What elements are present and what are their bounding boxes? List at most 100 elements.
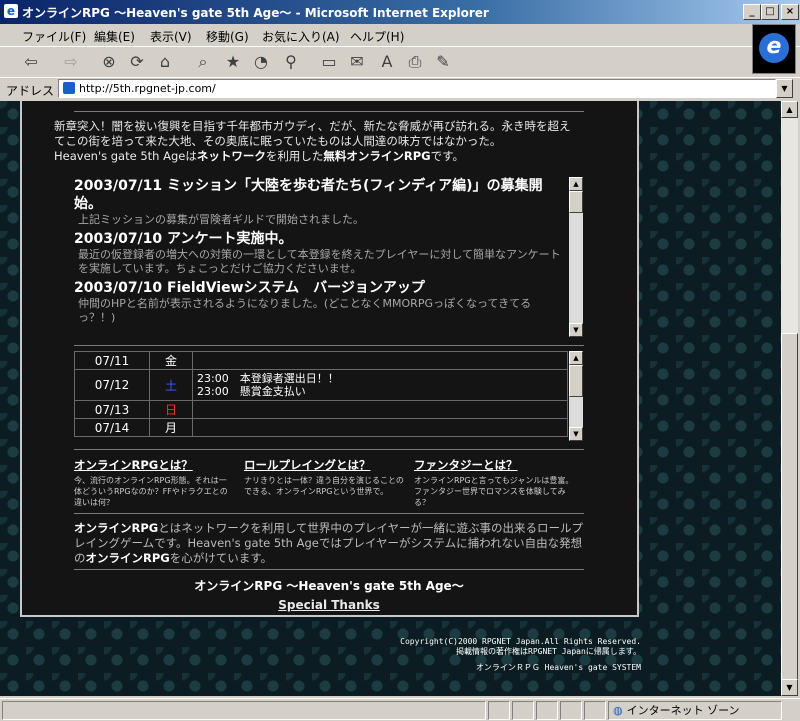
window-title: オンラインRPG ～Heaven's gate 5th Age～ - Micro…	[22, 6, 489, 20]
scroll-thumb[interactable]	[569, 191, 583, 213]
intro-line-2b: を利用した	[265, 149, 324, 163]
address-url: http://5th.rpgnet-jp.com/	[79, 82, 216, 95]
refresh-icon[interactable]: ⟳	[126, 51, 148, 73]
news-body: 最近の仮登録者の増大への対策の一環として本登録を終えたプレイヤーに対して簡単なア…	[78, 248, 561, 275]
home-icon[interactable]: ⌂	[154, 51, 176, 73]
calendar-date: 07/11	[74, 351, 150, 370]
intro-line-2: Heaven's gate 5th Ageは	[54, 149, 197, 163]
scroll-thumb[interactable]	[569, 365, 583, 397]
close-button[interactable]: ×	[781, 4, 799, 20]
title-bar: e オンラインRPG ～Heaven's gate 5th Age～ - Mic…	[0, 0, 800, 24]
scroll-up-arrow-icon[interactable]: ▲	[569, 351, 583, 365]
divider	[74, 513, 584, 514]
calendar-row: 07/12 土 23:00 本登録者選出日！！ 23:00 懸賞金支払い	[74, 369, 568, 401]
mail-icon[interactable]: ✉	[346, 51, 368, 73]
calendar-row: 07/14 月	[74, 418, 568, 437]
minimize-button[interactable]: _	[743, 4, 761, 20]
intro-paragraph: 新章突入！闇を祓い復興を目指す千年都市ガウディ、だが、新たな脅威が再び訪れる。永…	[54, 119, 571, 148]
calendar-scrollbar[interactable]: ▲ ▼	[569, 351, 583, 441]
ie-throbber: e	[752, 24, 796, 74]
intro-text: 新章突入！闇を祓い復興を目指す千年都市ガウディ、だが、新たな脅威が再び訪れる。永…	[54, 119, 574, 164]
scroll-up-arrow-icon[interactable]: ▲	[569, 177, 583, 191]
status-cell	[560, 701, 582, 720]
address-bar: アドレス http://5th.rpgnet-jp.com/ ▼	[0, 77, 800, 100]
desc-online-rpg: オンラインRPG	[85, 551, 170, 565]
calendar-date: 07/13	[74, 400, 150, 419]
address-input[interactable]: http://5th.rpgnet-jp.com/	[58, 79, 776, 98]
font-size-icon[interactable]: A	[376, 51, 398, 73]
menu-bar: ファイル(F) 編集(E) 表示(V) 移動(G) お気に入り(A) ヘルプ(H…	[0, 24, 800, 47]
page-icon	[63, 82, 75, 94]
scroll-up-arrow-icon[interactable]: ▲	[781, 101, 798, 118]
calendar-date: 07/14	[74, 418, 150, 437]
info-link-roleplaying[interactable]: ロールプレイングとは？	[244, 457, 404, 473]
info-column: オンラインRPGとは？ 今、流行のオンラインRPG形態。それは一体どういうRPG…	[74, 457, 234, 508]
event-calendar: 07/11 金 07/12 土 23:00 本登録者選出日！！ 23:00 懸賞金支払…	[74, 351, 568, 437]
status-cell	[488, 701, 510, 720]
menu-edit[interactable]: 編集(E)	[94, 28, 135, 45]
globe-icon: ◍	[613, 704, 623, 717]
status-cell	[536, 701, 558, 720]
address-dropdown-button[interactable]: ▼	[776, 79, 793, 98]
scroll-thumb[interactable]	[781, 333, 798, 680]
back-arrow-icon[interactable]: ⇦	[20, 51, 42, 73]
fullscreen-icon[interactable]: ▭	[318, 51, 340, 73]
zone-label: インターネット ゾーン	[626, 704, 740, 717]
menu-help[interactable]: ヘルプ(H)	[350, 28, 404, 45]
calendar-weekday: 金	[149, 351, 193, 370]
divider	[74, 111, 584, 112]
page-viewport: 新章突入！闇を祓い復興を目指す千年都市ガウディ、だが、新たな脅威が再び訪れる。永…	[0, 101, 781, 696]
calendar-events	[192, 418, 568, 437]
status-cell	[512, 701, 534, 720]
calendar-row: 07/11 金	[74, 351, 568, 370]
news-headline: 2003/07/10 FieldViewシステム バージョンアップ	[74, 280, 425, 296]
info-text: オンラインRPGと言ってもジャンルは豊富。ファンタジー世界でロマンスを体験してみ…	[414, 476, 574, 507]
desc-online-rpg: オンラインRPG	[74, 521, 159, 535]
history-icon[interactable]: ◔	[250, 51, 272, 73]
window-scrollbar[interactable]: ▲ ▼	[781, 101, 798, 696]
calendar-weekday: 日	[149, 400, 193, 419]
copyright: Copyright(C)2000 RPGNET Japan.All Rights…	[400, 637, 641, 657]
calendar-weekday: 土	[149, 369, 193, 401]
calendar-events	[192, 400, 568, 419]
menu-file[interactable]: ファイル(F)	[22, 28, 86, 45]
news-scrollbar[interactable]: ▲ ▼	[569, 177, 583, 337]
maximize-button[interactable]: □	[761, 4, 779, 20]
edit-icon[interactable]: ✎	[432, 51, 454, 73]
scroll-down-arrow-icon[interactable]: ▼	[569, 427, 583, 441]
status-text	[2, 701, 486, 720]
stop-icon[interactable]: ⊗	[98, 51, 120, 73]
channels-icon[interactable]: ⚲	[280, 51, 302, 73]
page-footer: オンラインRPG ～Heaven's gate 5th Age～ Special…	[74, 577, 584, 612]
info-text: ナリきりとは一体？違う自分を演じることのできる、オンラインRPGという世界で。	[244, 476, 404, 496]
menu-go[interactable]: 移動(G)	[206, 28, 249, 45]
toolbar: ⇦ ⇨ ⊗ ⟳ ⌂ ⌕ ★ ◔ ⚲ ▭ ✉ A ⎙ ✎	[0, 47, 750, 78]
news-body: 仲間のHPと名前が表示されるようになりました。(どことなくMMORPGっぽくなっ…	[78, 297, 532, 324]
news-body: 上記ミッションの募集が冒険者ギルドで開始されました。	[78, 213, 364, 226]
favorites-icon[interactable]: ★	[222, 51, 244, 73]
intro-network: ネットワーク	[196, 149, 266, 163]
scroll-down-arrow-icon[interactable]: ▼	[569, 323, 583, 337]
security-zone: ◍ インターネット ゾーン	[608, 701, 782, 720]
info-link-online-rpg[interactable]: オンラインRPGとは？	[74, 457, 234, 473]
special-thanks-link[interactable]: Special Thanks	[278, 598, 379, 612]
menu-view[interactable]: 表示(V)	[150, 28, 192, 45]
scroll-down-arrow-icon[interactable]: ▼	[781, 679, 798, 696]
forward-arrow-icon[interactable]: ⇨	[60, 51, 82, 73]
calendar-date: 07/12	[74, 369, 150, 401]
status-bar: ◍ インターネット ゾーン	[0, 698, 800, 721]
info-link-fantasy[interactable]: ファンタジーとは？	[414, 457, 574, 473]
search-icon[interactable]: ⌕	[192, 51, 214, 73]
info-column: ロールプレイングとは？ ナリきりとは一体？違う自分を演じることのできる、オンライ…	[244, 457, 404, 497]
site-description: オンラインRPGとはネットワークを利用して世界中のプレイヤーが一緒に遊ぶ事の出来…	[74, 521, 584, 566]
system-credit: オンラインＲＰＧ Heaven's gate SYSTEM	[475, 663, 641, 672]
calendar-row: 07/13 日	[74, 400, 568, 419]
print-icon[interactable]: ⎙	[404, 51, 426, 73]
calendar-events: 23:00 本登録者選出日！！ 23:00 懸賞金支払い	[192, 369, 568, 401]
menu-favorites[interactable]: お気に入り(A)	[262, 28, 340, 45]
divider	[74, 569, 584, 570]
info-column: ファンタジーとは？ オンラインRPGと言ってもジャンルは豊富。ファンタジー世界で…	[414, 457, 574, 508]
footer-title: オンラインRPG ～Heaven's gate 5th Age～	[194, 579, 464, 593]
calendar-events	[192, 351, 568, 370]
address-label: アドレス	[6, 84, 55, 98]
